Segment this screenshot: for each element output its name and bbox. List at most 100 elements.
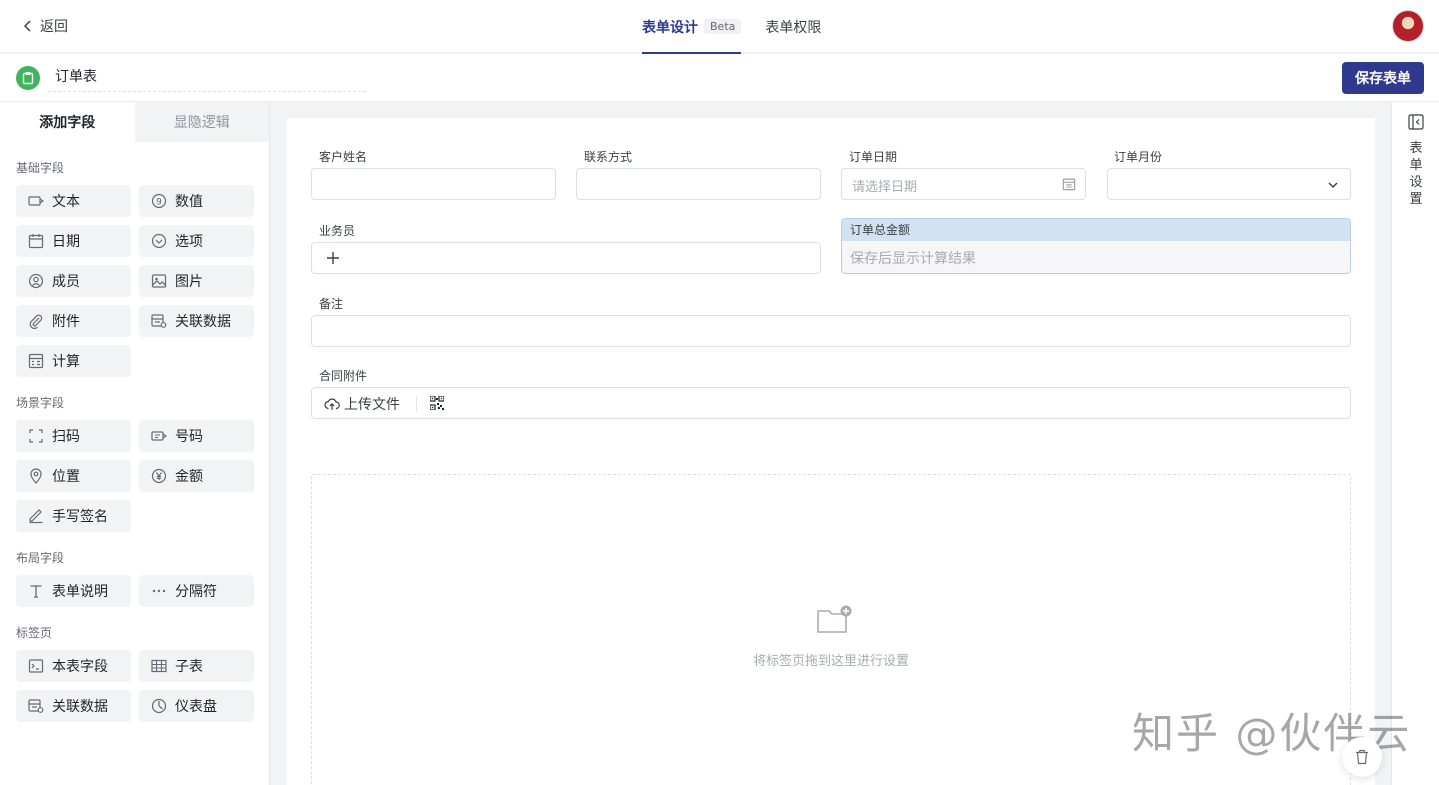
- field-signature[interactable]: 手写签名: [16, 500, 131, 532]
- field-option-label: 选项: [175, 234, 203, 250]
- field-scan-label: 扫码: [52, 429, 80, 445]
- tab-form-permissions-label: 表单权限: [765, 19, 822, 36]
- form-settings-rail: 表单设置: [1391, 102, 1439, 785]
- field-date-label: 日期: [52, 234, 80, 250]
- trash-icon: [1356, 749, 1368, 765]
- svg-text:9: 9: [156, 198, 162, 208]
- back-button[interactable]: 返回: [22, 16, 68, 36]
- field-linked-data[interactable]: 关联数据: [139, 305, 254, 337]
- field-divider[interactable]: 分隔符: [139, 575, 254, 607]
- field-text[interactable]: 文本: [16, 185, 131, 217]
- salesperson-label: 业务员: [319, 224, 356, 238]
- field-sidebar: 添加字段 显隐逻辑 基础字段 文本 9 数值 日期 选项 成员 图片 附件 关联…: [0, 102, 270, 785]
- form-field-icon: [27, 658, 44, 675]
- field-scan[interactable]: 扫码: [16, 420, 131, 452]
- top-bar: 返回 表单设计 Beta 表单权限: [0, 0, 1439, 54]
- field-signature-label: 手写签名: [52, 509, 108, 525]
- field-dashboard-label: 仪表盘: [175, 699, 217, 715]
- upload-file-label: 上传文件: [344, 397, 400, 413]
- order-date-placeholder: 请选择日期: [852, 180, 918, 195]
- plus-icon[interactable]: [326, 251, 340, 265]
- save-form-button[interactable]: 保存表单: [1342, 62, 1424, 94]
- upload-divider: [416, 396, 417, 412]
- trash-button[interactable]: [1342, 737, 1382, 777]
- linked-data-icon: [27, 698, 44, 715]
- group-title-basic: 基础字段: [16, 161, 65, 175]
- contact-input[interactable]: [576, 168, 821, 200]
- field-phone-number[interactable]: 号码: [139, 420, 254, 452]
- field-form-description-label: 表单说明: [52, 584, 108, 600]
- group-title-tabs: 标签页: [16, 626, 53, 640]
- field-image[interactable]: 图片: [139, 265, 254, 297]
- qr-code-icon[interactable]: [430, 396, 444, 410]
- dropzone-hint: 将标签页拖到这里进行设置: [752, 654, 909, 669]
- form-settings-label[interactable]: 表单设置: [1408, 140, 1424, 208]
- field-dashboard[interactable]: 仪表盘: [139, 690, 254, 722]
- phone-number-icon: [150, 428, 167, 445]
- field-subtable[interactable]: 子表: [139, 650, 254, 682]
- location-icon: [27, 468, 44, 485]
- remark-input[interactable]: [311, 315, 1351, 347]
- customer-name-label: 客户姓名: [319, 150, 368, 164]
- tab-visibility-logic[interactable]: 显隐逻辑: [134, 102, 269, 142]
- remark-label: 备注: [319, 297, 344, 311]
- order-date-input[interactable]: 请选择日期: [841, 168, 1086, 200]
- order-month-select[interactable]: [1107, 168, 1351, 200]
- collapse-panel-icon[interactable]: [1408, 114, 1424, 130]
- field-amount[interactable]: 金额: [139, 460, 254, 492]
- number-icon: 9: [150, 193, 167, 210]
- field-date[interactable]: 日期: [16, 225, 131, 257]
- sidebar-tabs: 添加字段 显隐逻辑: [0, 102, 269, 142]
- beta-badge: Beta: [704, 19, 742, 34]
- field-member-label: 成员: [52, 274, 80, 290]
- total-amount-field[interactable]: 订单总金额 保存后显示计算结果: [841, 218, 1351, 274]
- field-phone-number-label: 号码: [175, 429, 203, 445]
- tab-form-design-label: 表单设计: [642, 19, 698, 36]
- field-linked-data-tab[interactable]: 关联数据: [16, 690, 131, 722]
- total-amount-label: 订单总金额: [842, 219, 1350, 241]
- header-tabs: 表单设计 Beta 表单权限: [642, 0, 821, 54]
- calculator-icon: [27, 353, 44, 370]
- yen-icon: [150, 468, 167, 485]
- field-this-table[interactable]: 本表字段: [16, 650, 131, 682]
- field-calculation[interactable]: 计算: [16, 345, 131, 377]
- group-title-scene: 场景字段: [16, 396, 65, 410]
- text-t-icon: [27, 583, 44, 600]
- option-icon: [150, 233, 167, 250]
- tab-form-design[interactable]: 表单设计 Beta: [642, 0, 742, 54]
- upload-file-button[interactable]: 上传文件: [324, 394, 400, 414]
- signature-icon: [27, 508, 44, 525]
- text-field-icon: [27, 193, 44, 210]
- dashboard-icon: [150, 698, 167, 715]
- group-title-layout: 布局字段: [16, 551, 65, 565]
- field-form-description[interactable]: 表单说明: [16, 575, 131, 607]
- field-divider-label: 分隔符: [175, 584, 217, 600]
- customer-name-input[interactable]: [311, 168, 556, 200]
- field-location[interactable]: 位置: [16, 460, 131, 492]
- field-linked-data-tab-label: 关联数据: [52, 699, 108, 715]
- field-location-label: 位置: [52, 469, 80, 485]
- field-calculation-label: 计算: [52, 354, 80, 370]
- field-member[interactable]: 成员: [16, 265, 131, 297]
- field-text-label: 文本: [52, 194, 80, 210]
- field-amount-label: 金额: [175, 469, 203, 485]
- salesperson-picker[interactable]: [311, 242, 821, 274]
- field-attachment[interactable]: 附件: [16, 305, 131, 337]
- field-this-table-label: 本表字段: [52, 659, 108, 675]
- image-icon: [150, 273, 167, 290]
- field-option[interactable]: 选项: [139, 225, 254, 257]
- contact-label: 联系方式: [584, 150, 633, 164]
- tab-add-field[interactable]: 添加字段: [0, 102, 135, 142]
- tab-form-permissions[interactable]: 表单权限: [765, 0, 821, 53]
- attachment-icon: [27, 313, 44, 330]
- chevron-down-icon: [1328, 182, 1338, 188]
- clipboard-icon[interactable]: [16, 66, 40, 90]
- contract-attachment-field: 上传文件: [311, 387, 1351, 419]
- field-subtable-label: 子表: [175, 659, 203, 675]
- field-number[interactable]: 9 数值: [139, 185, 254, 217]
- field-image-label: 图片: [175, 274, 203, 290]
- form-canvas: 客户姓名 联系方式 订单日期 请选择日期 订单月份 业务员 订单总金额 保存后显…: [287, 118, 1375, 785]
- form-name-input[interactable]: 订单表: [48, 64, 366, 92]
- field-attachment-label: 附件: [52, 314, 80, 330]
- avatar[interactable]: [1392, 10, 1424, 42]
